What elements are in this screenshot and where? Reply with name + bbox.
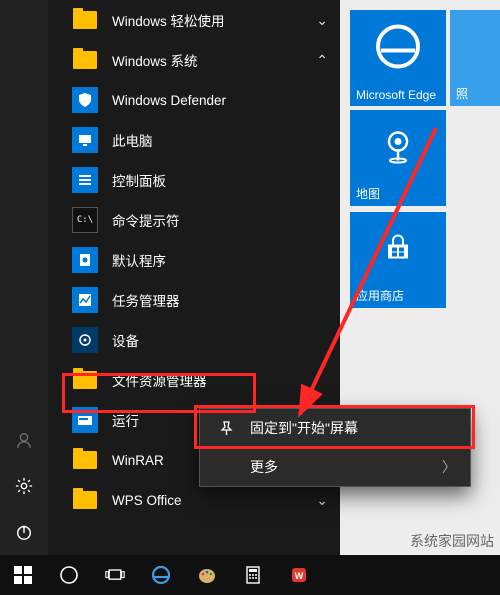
edge-icon bbox=[151, 565, 171, 585]
app-windows-system[interactable]: Windows 系统 ⌃ bbox=[48, 40, 340, 80]
pin-icon bbox=[216, 421, 236, 436]
app-defender[interactable]: Windows Defender bbox=[48, 80, 340, 120]
gear-icon bbox=[15, 477, 33, 495]
app-windows-easy[interactable]: Windows 轻松使用 ⌄ bbox=[48, 0, 340, 40]
app-label: 命令提示符 bbox=[112, 210, 180, 230]
run-icon bbox=[72, 407, 98, 433]
ctx-label: 更多 bbox=[250, 457, 278, 477]
app-label: 此电脑 bbox=[112, 130, 153, 150]
app-taskmgr[interactable]: 任务管理器 bbox=[48, 280, 340, 320]
wps-icon: W bbox=[289, 565, 309, 585]
taskbar-edge[interactable] bbox=[138, 555, 184, 595]
app-label: Windows 轻松使用 bbox=[112, 10, 225, 30]
ctx-label: 固定到"开始"屏幕 bbox=[250, 418, 358, 438]
shield-icon bbox=[72, 87, 98, 113]
app-cmd[interactable]: C:\ 命令提示符 bbox=[48, 200, 340, 240]
tile-edge[interactable]: Microsoft Edge bbox=[350, 10, 446, 106]
sliders-icon bbox=[72, 167, 98, 193]
tile-edge-label: Microsoft Edge bbox=[356, 88, 436, 102]
app-label: 默认程序 bbox=[112, 250, 166, 270]
taskbar: W bbox=[0, 555, 500, 595]
default-programs-icon bbox=[72, 247, 98, 273]
taskbar-calculator[interactable] bbox=[230, 555, 276, 595]
rail-user[interactable] bbox=[0, 417, 48, 463]
rail-settings[interactable] bbox=[0, 463, 48, 509]
chevron-right-icon: 〉 bbox=[442, 457, 456, 477]
taskbar-wps[interactable]: W bbox=[276, 555, 322, 595]
app-label: WPS Office bbox=[112, 493, 182, 508]
app-label: Windows Defender bbox=[112, 93, 226, 108]
app-label: 设备 bbox=[112, 330, 139, 350]
chevron-up-icon: ⌃ bbox=[316, 52, 328, 69]
store-icon bbox=[384, 235, 412, 263]
windows-icon bbox=[13, 565, 33, 585]
app-label: 控制面板 bbox=[112, 170, 166, 190]
app-default-programs[interactable]: 默认程序 bbox=[48, 240, 340, 280]
taskview-button[interactable] bbox=[92, 555, 138, 595]
palette-icon bbox=[197, 565, 217, 585]
chevron-down-icon: ⌄ bbox=[316, 492, 328, 509]
folder-icon bbox=[73, 371, 97, 389]
context-menu: 固定到"开始"屏幕 更多 〉 bbox=[199, 408, 471, 487]
folder-icon bbox=[73, 451, 97, 469]
tile-store[interactable]: 应用商店 bbox=[350, 212, 446, 308]
app-label: Windows 系统 bbox=[112, 50, 198, 70]
tile-map-label: 地图 bbox=[356, 185, 380, 202]
cortana-button[interactable] bbox=[46, 555, 92, 595]
app-explorer[interactable]: 文件资源管理器 bbox=[48, 360, 340, 400]
calculator-icon bbox=[243, 565, 263, 585]
ctx-pin-to-start[interactable]: 固定到"开始"屏幕 bbox=[200, 409, 470, 447]
app-thispc[interactable]: 此电脑 bbox=[48, 120, 340, 160]
app-cpanel[interactable]: 控制面板 bbox=[48, 160, 340, 200]
edge-icon bbox=[375, 24, 421, 70]
svg-text:W: W bbox=[295, 571, 304, 581]
watermark: 系统家园网站 bbox=[410, 531, 494, 551]
rail-power[interactable] bbox=[0, 509, 48, 555]
terminal-icon: C:\ bbox=[72, 207, 98, 233]
app-label: 文件资源管理器 bbox=[112, 370, 207, 390]
folder-icon bbox=[73, 491, 97, 509]
tile-photos[interactable]: 照 bbox=[450, 10, 500, 106]
folder-icon bbox=[73, 51, 97, 69]
monitor-icon bbox=[72, 127, 98, 153]
circle-icon bbox=[59, 565, 79, 585]
start-rail bbox=[0, 0, 48, 555]
app-label: WinRAR bbox=[112, 453, 164, 468]
app-label: 运行 bbox=[112, 410, 139, 430]
taskview-icon bbox=[105, 565, 125, 585]
folder-icon bbox=[73, 11, 97, 29]
chevron-down-icon: ⌄ bbox=[316, 12, 328, 29]
taskbar-paint[interactable] bbox=[184, 555, 230, 595]
app-devices[interactable]: 设备 bbox=[48, 320, 340, 360]
tile-store-label: 应用商店 bbox=[356, 287, 404, 304]
map-pin-icon bbox=[381, 130, 415, 164]
tile-map[interactable]: 地图 bbox=[350, 110, 446, 206]
tile-photos-label: 照 bbox=[456, 85, 468, 102]
task-manager-icon bbox=[72, 287, 98, 313]
app-label: 任务管理器 bbox=[112, 290, 180, 310]
start-button[interactable] bbox=[0, 555, 46, 595]
power-icon bbox=[15, 523, 33, 541]
devices-icon bbox=[72, 327, 98, 353]
ctx-more[interactable]: 更多 〉 bbox=[200, 448, 470, 486]
